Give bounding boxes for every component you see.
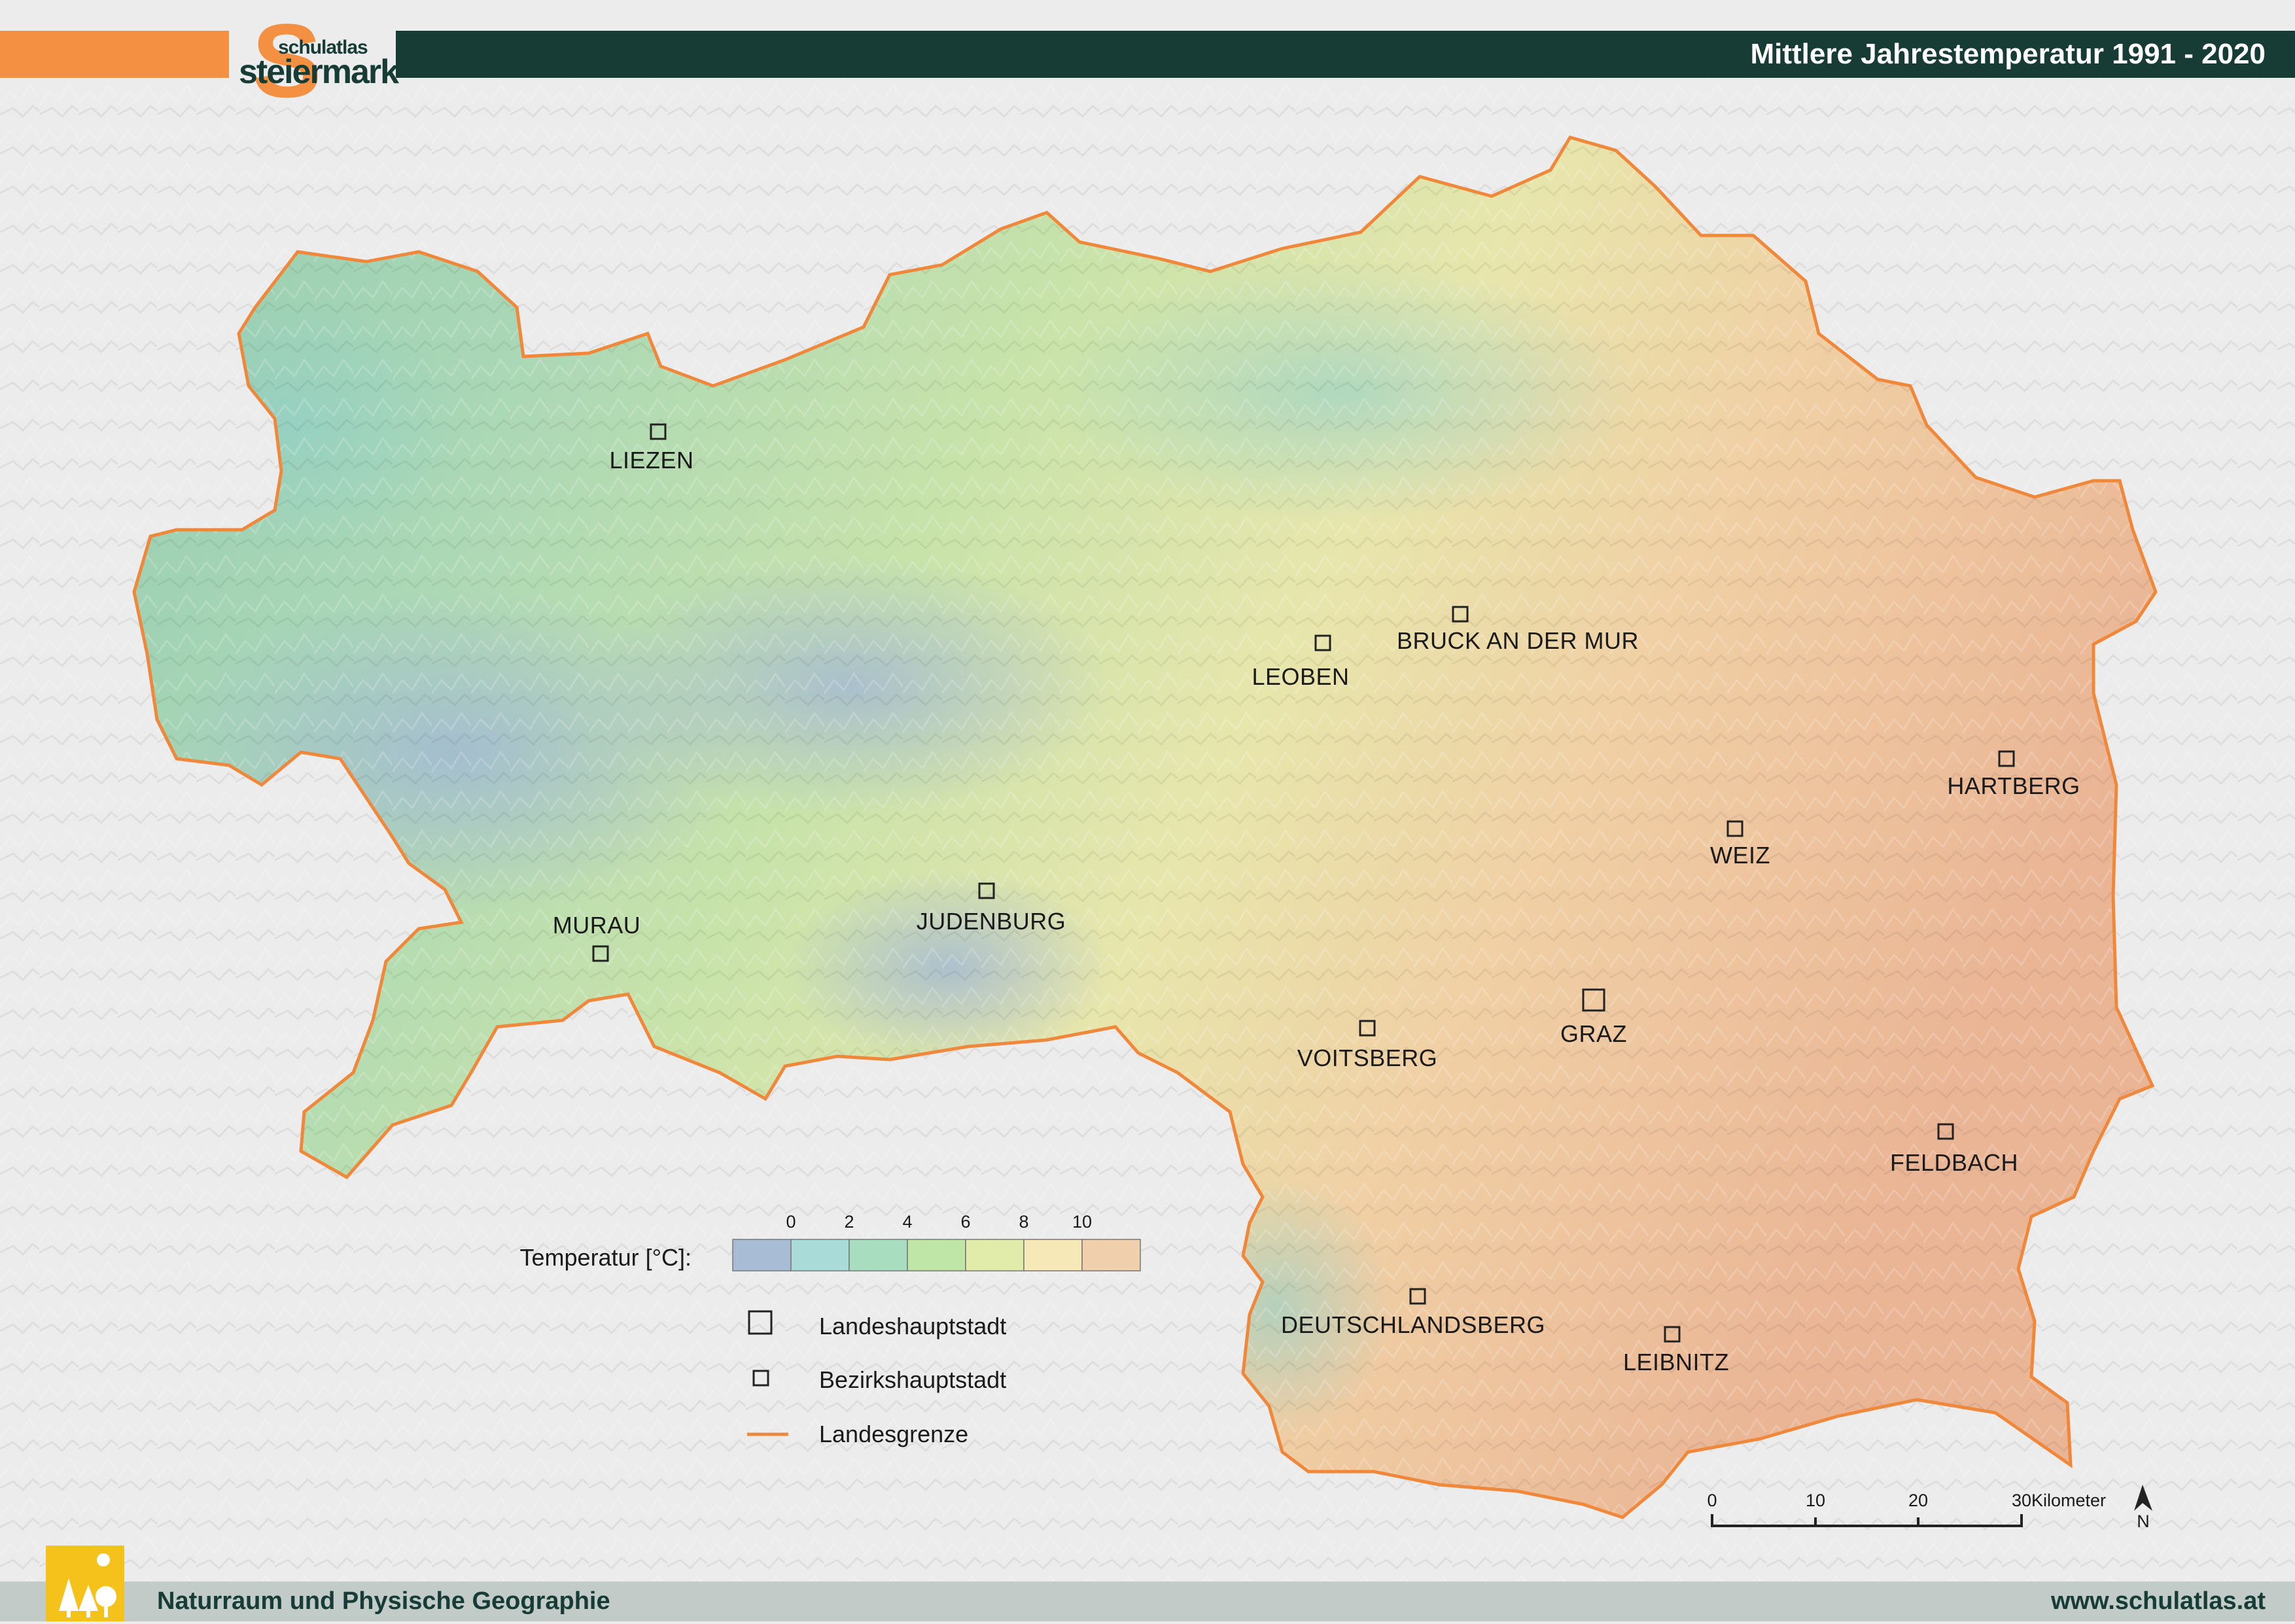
city-label: WEIZ xyxy=(1710,842,1770,869)
scale-tick-10: 10 xyxy=(1806,1491,1825,1510)
city-label: FELDBACH xyxy=(1890,1149,2018,1176)
scale-tick-20: 20 xyxy=(1908,1491,1928,1510)
city-label: BRUCK AN DER MUR xyxy=(1397,627,1639,654)
legend-swatch xyxy=(790,1239,850,1271)
legend-bezirkshauptstadt-label: Bezirkshauptstadt xyxy=(819,1366,1006,1393)
legend-swatch xyxy=(1023,1239,1083,1271)
legend-swatch xyxy=(907,1239,966,1271)
legend-landesgrenze-label: Landesgrenze xyxy=(819,1421,968,1447)
map-canvas: LIEZEN LEOBEN BRUCK AN DER MUR HARTBERG WEIZ… xyxy=(0,0,2295,1621)
legend-swatch xyxy=(849,1239,908,1271)
city-label: LEIBNITZ xyxy=(1623,1349,1729,1375)
legend-swatch xyxy=(1081,1239,1141,1271)
city-label: JUDENBURG xyxy=(917,908,1066,935)
legend-tick-label: 0 xyxy=(786,1212,796,1232)
page-title: Mittlere Jahrestemperatur 1991 - 2020 xyxy=(1750,38,2266,70)
city-label: DEUTSCHLANDSBERG xyxy=(1281,1311,1545,1338)
logo-bottom-text: steiermark xyxy=(239,53,399,91)
city-label: LEOBEN xyxy=(1252,663,1349,690)
legend-temperature-label: Temperatur [°C]: xyxy=(520,1244,692,1271)
legend-tick-label: 10 xyxy=(1072,1212,1092,1232)
footer-topic: Naturraum und Physische Geographie xyxy=(157,1587,610,1615)
schulatlas-logo: S schulatlas steiermark xyxy=(239,9,399,113)
city-label: LIEZEN xyxy=(609,447,693,474)
scale-unit: Kilometer xyxy=(2031,1491,2106,1510)
legend-tick-label: 8 xyxy=(1019,1212,1028,1232)
legend-tick-label: 4 xyxy=(902,1212,912,1232)
nature-tree-sun-icon xyxy=(46,1546,124,1621)
legend-color-ramp xyxy=(732,1239,1141,1271)
city-label: MURAU xyxy=(553,912,641,939)
footer-website-link[interactable]: www.schulatlas.at xyxy=(2051,1581,2266,1621)
city-label: HARTBERG xyxy=(1947,772,2080,799)
scale-tick-30: 30 xyxy=(2012,1491,2031,1510)
legend-swatch xyxy=(965,1239,1025,1271)
scale-tick-0: 0 xyxy=(1707,1491,1717,1510)
north-label: N xyxy=(2137,1512,2150,1531)
legend-swatch xyxy=(732,1239,792,1271)
city-label: VOITSBERG xyxy=(1297,1045,1438,1071)
legend-landeshauptstadt-label: Landeshauptstadt xyxy=(819,1313,1006,1339)
legend-tick-label: 2 xyxy=(844,1212,854,1232)
header-accent-bar xyxy=(0,31,229,78)
legend-tick-label: 6 xyxy=(960,1212,970,1232)
city-label: GRAZ xyxy=(1560,1020,1627,1047)
